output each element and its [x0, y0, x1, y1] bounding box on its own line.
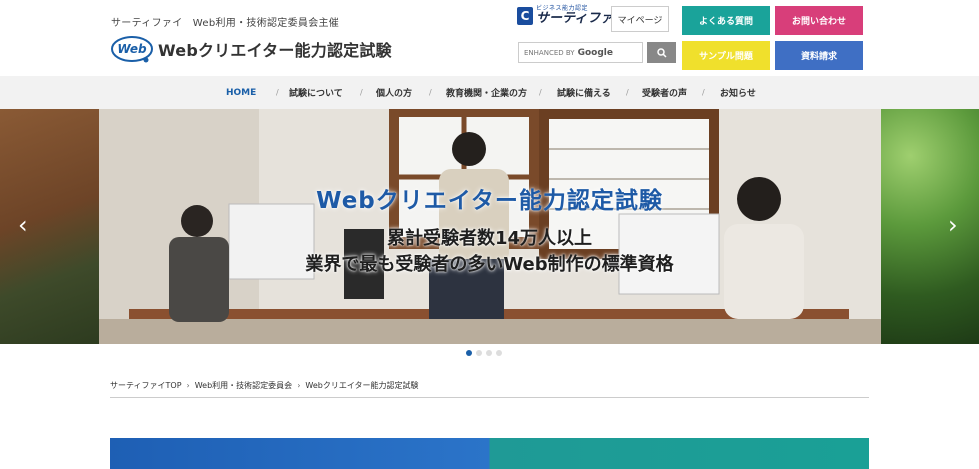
faq-button[interactable]: よくある質問: [682, 6, 770, 35]
breadcrumb: サーティファイTOP › Web利用・技術認定委員会 › Webクリエイター能力…: [110, 380, 419, 391]
site-header: サーティファイ Web利用・技術認定委員会主催 Web Webクリエイター能力認…: [0, 0, 979, 76]
search-icon: [656, 47, 667, 58]
hero-subtitle-2: 業界で最も受験者の多いWeb制作の標準資格: [305, 254, 674, 275]
chevron-right-icon: ›: [186, 381, 190, 390]
mypage-button[interactable]: マイページ: [611, 6, 669, 32]
nav-item-prepare[interactable]: 試験に備える: [557, 76, 611, 109]
search-prefix: ENHANCED BY: [524, 48, 575, 57]
chevron-right-icon: ›: [297, 381, 301, 390]
search-brand: Google: [577, 47, 613, 58]
logo-badge-text: Web: [117, 42, 147, 56]
nav-item-individuals[interactable]: 個人の方: [376, 76, 412, 109]
nav-item-institutions[interactable]: 教育機関・企業の方: [446, 76, 527, 109]
slider-pagination: [466, 350, 502, 356]
breadcrumb-divider: [110, 397, 869, 398]
nav-separator: /: [539, 88, 542, 97]
certify-logo[interactable]: C ビジネス能力認定 サーティファイ: [517, 6, 626, 25]
breadcrumb-item-current: Webクリエイター能力認定試験: [305, 381, 419, 390]
hero-title: Webクリエイター能力認定試験: [316, 188, 663, 214]
nav-item-news[interactable]: お知らせ: [720, 76, 756, 109]
nav-item-testimonials[interactable]: 受験者の声: [642, 76, 687, 109]
content-banner: [110, 438, 869, 469]
contact-button[interactable]: お問い合わせ: [775, 6, 863, 35]
site-search-input[interactable]: ENHANCED BY Google: [518, 42, 643, 63]
certify-mark-icon: C: [517, 6, 533, 25]
hero-slider[interactable]: ‹ › Webクリエイター能力認定試験 累計受験者数14万人以上 業界で最も受験…: [0, 109, 979, 344]
search-button[interactable]: [647, 42, 676, 63]
nav-separator: /: [429, 88, 432, 97]
breadcrumb-item-top[interactable]: サーティファイTOP: [110, 380, 182, 391]
nav-separator: /: [702, 88, 705, 97]
breadcrumb-item-committee[interactable]: Web利用・技術認定委員会: [195, 380, 292, 391]
nav-separator: /: [626, 88, 629, 97]
sample-questions-button[interactable]: サンプル問題: [682, 41, 770, 70]
nav-item-about-exam[interactable]: 試験について: [289, 76, 343, 109]
organizer-line: サーティファイ Web利用・技術認定委員会主催: [111, 18, 340, 29]
nav-item-home[interactable]: HOME: [226, 76, 256, 109]
nav-separator: /: [276, 88, 279, 97]
slider-dot[interactable]: [486, 350, 492, 356]
slider-dot[interactable]: [466, 350, 472, 356]
page: サーティファイ Web利用・技術認定委員会主催 Web Webクリエイター能力認…: [0, 0, 979, 469]
site-logo[interactable]: Web Webクリエイター能力認定試験: [110, 34, 392, 64]
hero-subtitle-1: 累計受験者数14万人以上: [386, 228, 593, 249]
web-logo-icon: Web: [111, 36, 153, 63]
request-materials-button[interactable]: 資料請求: [775, 41, 863, 70]
main-nav: HOME / 試験について / 個人の方 / 教育機関・企業の方 / 試験に備え…: [0, 76, 979, 109]
slider-dot[interactable]: [476, 350, 482, 356]
nav-separator: /: [360, 88, 363, 97]
slider-dot[interactable]: [496, 350, 502, 356]
site-title: Webクリエイター能力認定試験: [158, 41, 392, 60]
